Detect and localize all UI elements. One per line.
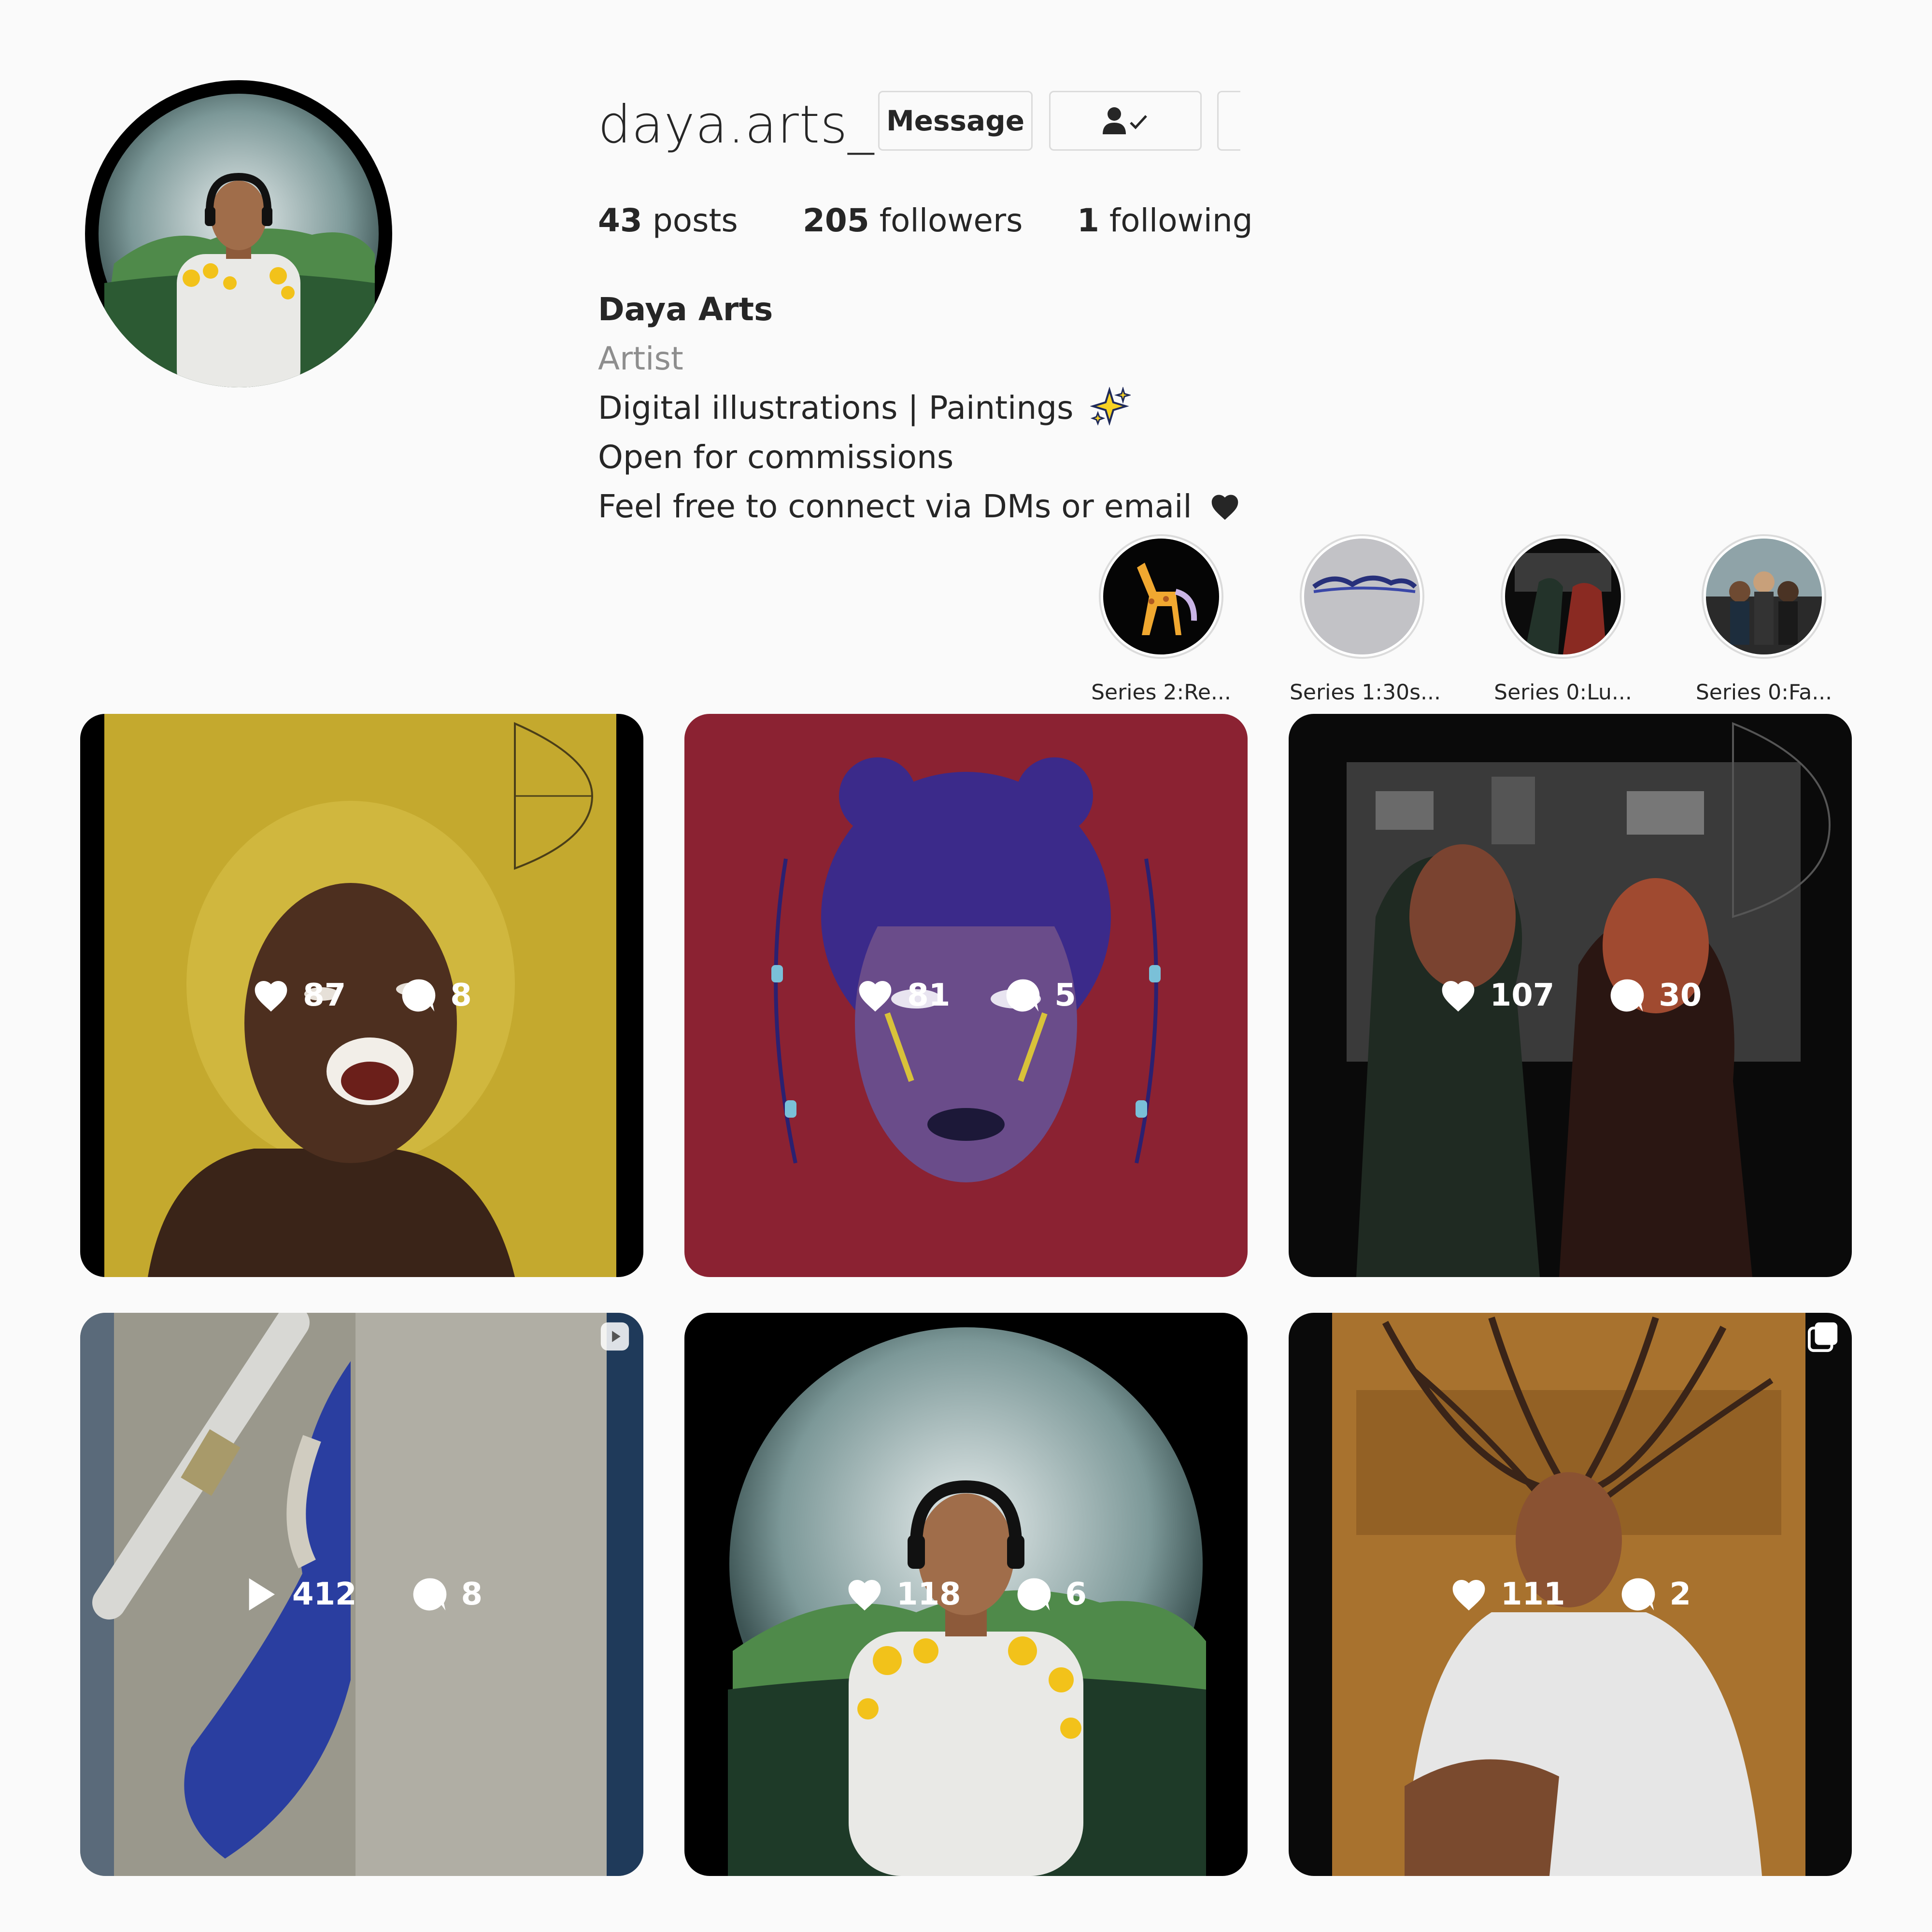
bio-line: Open for commissions	[598, 439, 954, 476]
highlight-label: Series 0:Lu...	[1494, 680, 1632, 705]
likes-count: 107	[1490, 978, 1555, 1013]
following-button[interactable]	[1049, 91, 1202, 151]
post-stats-overlay: 118 6	[684, 1313, 1248, 1876]
comment-icon	[1610, 979, 1644, 1012]
posts-count: 43	[598, 202, 642, 239]
posts-stat[interactable]: 43 posts	[598, 202, 738, 239]
post-stats-overlay: 412 8	[80, 1313, 643, 1876]
post-tile[interactable]: 87 8	[80, 714, 643, 1277]
bio-line: Feel free to connect via DMs or email	[598, 482, 1241, 531]
post-stats-overlay: 81 5	[684, 714, 1248, 1277]
likes-count: 111	[1500, 1577, 1565, 1612]
post-tile[interactable]: 107 30	[1289, 714, 1852, 1277]
comments-stat: 8	[410, 1575, 483, 1614]
following-count: 1	[1077, 202, 1099, 239]
likes-count: 81	[907, 978, 951, 1013]
comments-stat: 2	[1619, 1575, 1691, 1614]
comment-icon	[413, 1578, 446, 1611]
comments-stat: 6	[1014, 1575, 1087, 1614]
comments-stat: 30	[1607, 976, 1702, 1015]
comments-stat: 8	[399, 976, 472, 1015]
person-check-icon	[1103, 107, 1147, 134]
sparkles-icon	[1090, 386, 1132, 426]
highlight-thumbnail	[1304, 539, 1420, 654]
post-tile[interactable]: 81 5	[684, 714, 1248, 1277]
following-label: following	[1109, 202, 1253, 239]
highlight-thumbnail	[1103, 539, 1219, 654]
comments-count: 30	[1659, 978, 1702, 1013]
profile-username: daya.arts_	[598, 95, 875, 155]
following-stat[interactable]: 1 following	[1077, 202, 1253, 239]
followers-label: followers	[879, 202, 1023, 239]
comment-icon	[1006, 979, 1040, 1012]
likes-stat: 81	[856, 976, 950, 1015]
display-name: Daya Arts	[598, 291, 773, 328]
heart-icon	[1211, 495, 1238, 520]
posts-label: posts	[652, 202, 738, 239]
likes-count: 87	[303, 978, 346, 1013]
post-stats-overlay: 107 30	[1289, 714, 1852, 1277]
post-stats-overlay: 111 2	[1289, 1313, 1852, 1876]
comment-icon	[1017, 1578, 1051, 1611]
likes-stat: 111	[1449, 1575, 1565, 1614]
profile-bio: Daya Arts Artist Digital illustrations |…	[598, 285, 1241, 531]
highlight-label: Series 1:30s...	[1290, 680, 1441, 705]
comments-count: 5	[1054, 978, 1076, 1013]
more-options-button[interactable]	[1217, 91, 1240, 151]
followers-stat[interactable]: 205 followers	[803, 202, 1023, 239]
heart-icon	[255, 981, 287, 1012]
highlight-item[interactable]: Series 0:Lu...	[1491, 534, 1635, 705]
likes-count: 118	[896, 1577, 961, 1612]
comments-count: 2	[1669, 1577, 1691, 1612]
post-tile[interactable]: 118 6	[684, 1313, 1248, 1876]
post-stats-overlay: 87 8	[80, 714, 643, 1277]
comments-count: 8	[450, 978, 472, 1013]
likes-stat: 107	[1439, 976, 1555, 1015]
message-button[interactable]: Message	[878, 91, 1033, 151]
views-stat: 412	[241, 1575, 357, 1614]
views-count: 412	[292, 1577, 357, 1612]
comments-count: 8	[461, 1577, 483, 1612]
comments-count: 6	[1065, 1577, 1087, 1612]
profile-avatar[interactable]	[85, 80, 392, 387]
heart-icon	[859, 981, 892, 1012]
comment-icon	[1621, 1578, 1655, 1611]
highlight-item[interactable]: Series 2:Re...	[1089, 534, 1234, 705]
highlight-item[interactable]: Series 1:30s...	[1290, 534, 1441, 705]
highlight-item[interactable]: Series 0:Fa...	[1691, 534, 1836, 705]
followers-count: 205	[803, 202, 869, 239]
heart-icon	[848, 1580, 881, 1611]
post-tile[interactable]: 111 2	[1289, 1313, 1852, 1876]
comment-icon	[402, 979, 436, 1012]
highlight-thumbnail	[1505, 539, 1621, 654]
heart-icon	[1442, 981, 1475, 1012]
post-tile[interactable]: 412 8	[80, 1313, 643, 1876]
message-button-label: Message	[886, 104, 1025, 137]
play-icon	[249, 1578, 275, 1611]
likes-stat: 118	[845, 1575, 961, 1614]
comments-stat: 5	[1003, 976, 1076, 1015]
likes-stat: 87	[252, 976, 346, 1015]
heart-icon	[1452, 1580, 1485, 1611]
profile-category: Artist	[598, 340, 683, 377]
highlight-label: Series 0:Fa...	[1695, 680, 1833, 705]
bio-line: Digital illustrations | Paintings	[598, 384, 1241, 433]
highlight-label: Series 2:Re...	[1091, 680, 1231, 705]
highlight-thumbnail	[1706, 539, 1822, 654]
